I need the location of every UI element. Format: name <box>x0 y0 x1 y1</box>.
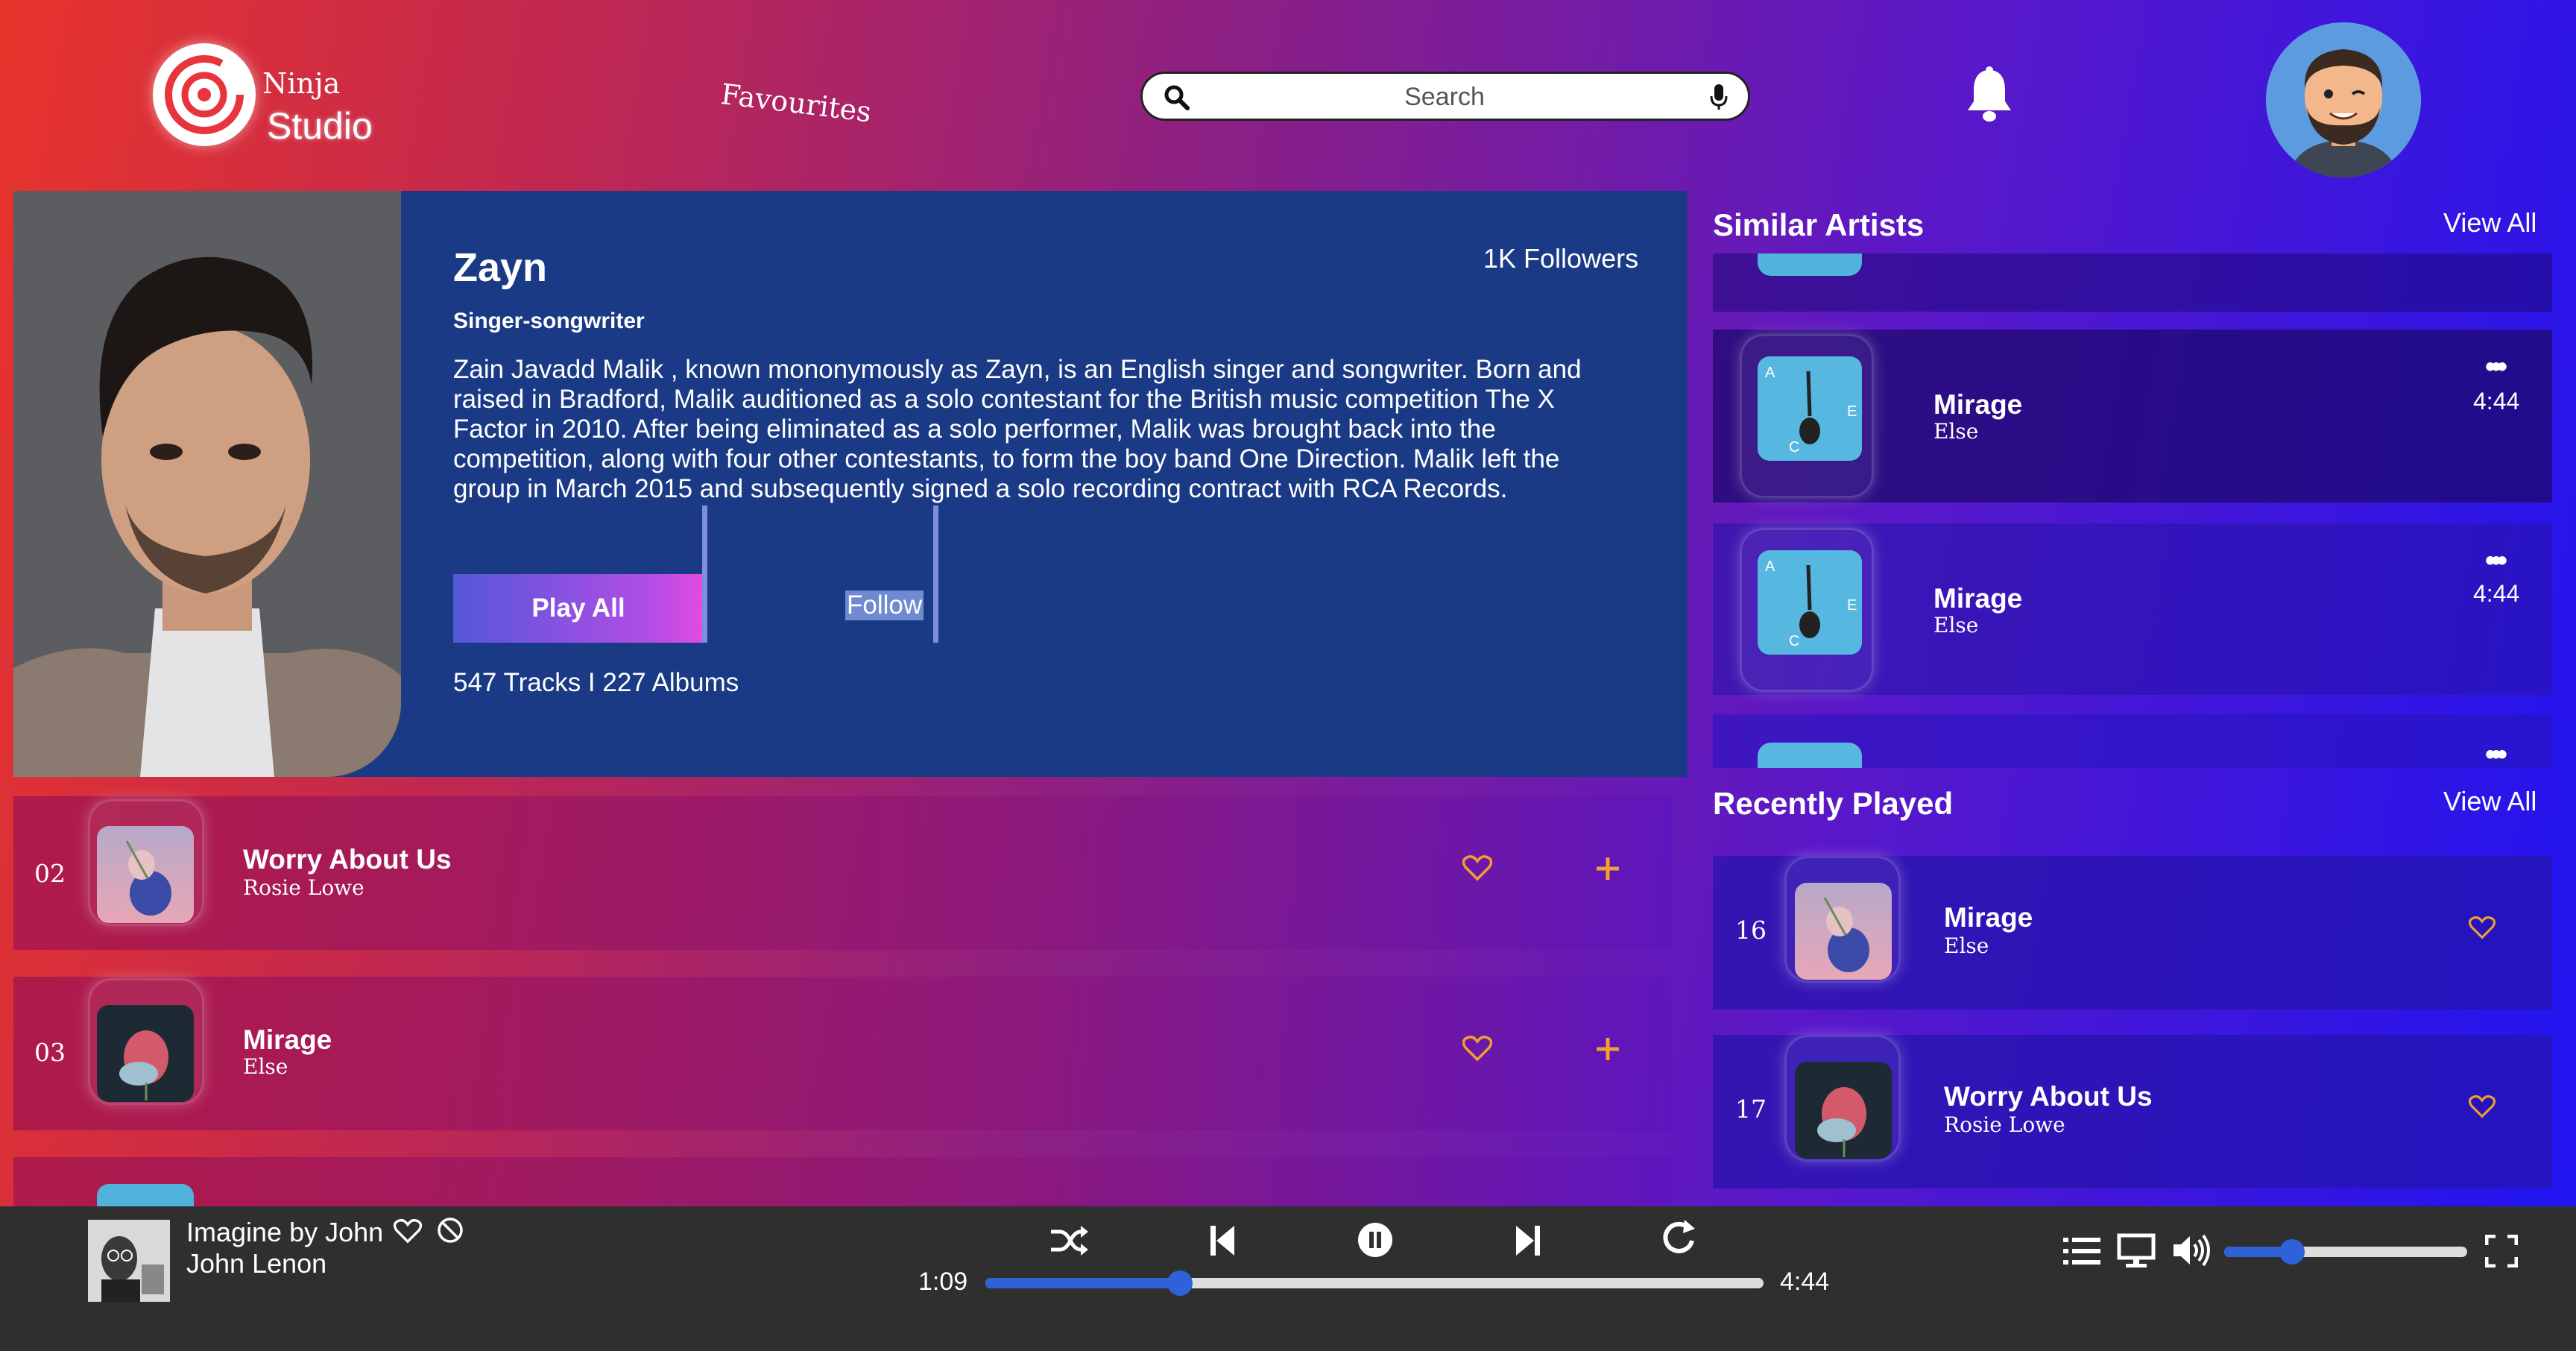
track-artist: Else <box>243 1054 288 1079</box>
recent-track-artist: Else <box>1944 933 1989 958</box>
similar-artists-title: Similar Artists <box>1713 207 1925 242</box>
more-options-icon[interactable]: ••• <box>2485 738 2507 772</box>
heart-icon[interactable] <box>2468 916 2496 943</box>
now-playing-artist: John Lenon <box>186 1248 327 1279</box>
queue-list-icon[interactable] <box>2063 1235 2100 1271</box>
search-icon[interactable] <box>1164 84 1190 115</box>
track-artwork <box>97 1184 194 1206</box>
track-title[interactable]: Mirage <box>243 1024 332 1056</box>
track-number: 03 <box>34 1038 66 1067</box>
logo-icon[interactable] <box>153 43 256 146</box>
total-time: 4:44 <box>1780 1267 1830 1296</box>
track-artwork <box>97 826 194 923</box>
heart-icon[interactable] <box>1462 1035 1493 1065</box>
user-avatar[interactable] <box>2266 22 2421 177</box>
duration: 4:44 <box>2473 388 2520 415</box>
recently-played-title: Recently Played <box>1713 786 1954 821</box>
follow-button[interactable]: Follow <box>845 591 924 620</box>
track-row[interactable] <box>13 1157 1673 1206</box>
more-options-icon[interactable]: ••• <box>2485 544 2507 578</box>
artist-artwork <box>1758 253 1862 276</box>
svg-text:A: A <box>1765 558 1775 575</box>
next-track-icon[interactable] <box>1516 1223 1541 1262</box>
similar-artist-title[interactable]: Mirage <box>1933 583 2022 614</box>
svg-text:E: E <box>1847 597 1857 614</box>
track-artwork <box>1795 1062 1892 1159</box>
artist-photo <box>13 191 401 777</box>
tracks-albums-count: 547 Tracks I 227 Albums <box>453 668 739 697</box>
track-artist: Rosie Lowe <box>243 875 364 900</box>
now-playing-title: Imagine by John <box>186 1217 384 1247</box>
divider <box>933 506 938 643</box>
artist-name: Zayn <box>453 245 548 290</box>
search-bar <box>1140 72 1750 121</box>
volume-slider[interactable] <box>2224 1239 2467 1265</box>
previous-track-icon[interactable] <box>1209 1223 1234 1262</box>
svg-text:C: C <box>1789 439 1799 456</box>
track-number: 17 <box>1735 1095 1767 1124</box>
similar-artist-name: Else <box>1933 419 1979 444</box>
microphone-icon[interactable] <box>1709 83 1729 115</box>
artist-role: Singer-songwriter <box>453 309 645 333</box>
svg-text:C: C <box>1789 633 1799 649</box>
add-icon[interactable] <box>1595 856 1620 885</box>
heart-icon[interactable] <box>1462 854 1493 885</box>
progress-bar[interactable] <box>985 1270 1764 1296</box>
repeat-icon[interactable] <box>1659 1218 1696 1261</box>
followers-count: 1K Followers <box>1483 243 1639 274</box>
track-artwork <box>97 1005 194 1102</box>
play-all-button[interactable]: Play All <box>453 574 704 643</box>
now-playing-artwork <box>88 1220 170 1302</box>
notification-bell-icon[interactable] <box>1963 66 2015 127</box>
nav-favourites-link[interactable]: Favourites <box>719 78 874 128</box>
similar-artist-title[interactable]: Mirage <box>1933 389 2022 421</box>
logo-text-bottom: Studio <box>267 105 373 147</box>
artist-artwork <box>1758 743 1862 768</box>
device-monitor-icon[interactable] <box>2117 1233 2156 1273</box>
view-all-similar-link[interactable]: View All <box>2443 207 2536 239</box>
recent-track-title[interactable]: Mirage <box>1944 902 2033 933</box>
artist-artwork: A E C <box>1758 356 1862 461</box>
heart-outline-icon[interactable] <box>393 1218 423 1247</box>
volume-icon[interactable] <box>2172 1233 2214 1271</box>
track-artwork <box>1795 883 1892 980</box>
artist-artwork: A E C <box>1758 550 1862 655</box>
duration: 4:44 <box>2473 580 2520 607</box>
track-title[interactable]: Worry About Us <box>243 844 452 875</box>
svg-text:E: E <box>1847 403 1857 420</box>
more-options-icon[interactable]: ••• <box>2485 350 2507 384</box>
block-icon[interactable] <box>437 1217 464 1247</box>
view-all-recent-link[interactable]: View All <box>2443 786 2536 817</box>
artist-bio: Zain Javadd Malik , known mononymously a… <box>453 355 1582 503</box>
search-input[interactable] <box>1195 80 1694 114</box>
logo-text-top: Ninja <box>262 67 341 100</box>
recent-track-title[interactable]: Worry About Us <box>1944 1081 2153 1112</box>
progress-fill <box>985 1278 1180 1288</box>
add-icon[interactable] <box>1595 1036 1620 1065</box>
pause-icon[interactable] <box>1357 1221 1394 1262</box>
track-number: 16 <box>1735 916 1767 945</box>
shuffle-icon[interactable] <box>1049 1224 1088 1261</box>
svg-text:A: A <box>1765 365 1775 381</box>
progress-handle[interactable] <box>1167 1270 1193 1296</box>
current-time: 1:09 <box>918 1267 968 1296</box>
heart-icon[interactable] <box>2468 1095 2496 1122</box>
divider <box>702 506 707 643</box>
fullscreen-icon[interactable] <box>2484 1234 2519 1271</box>
similar-artist-name: Else <box>1933 613 1979 637</box>
track-number: 02 <box>34 859 66 888</box>
recent-track-artist: Rosie Lowe <box>1944 1112 2065 1137</box>
